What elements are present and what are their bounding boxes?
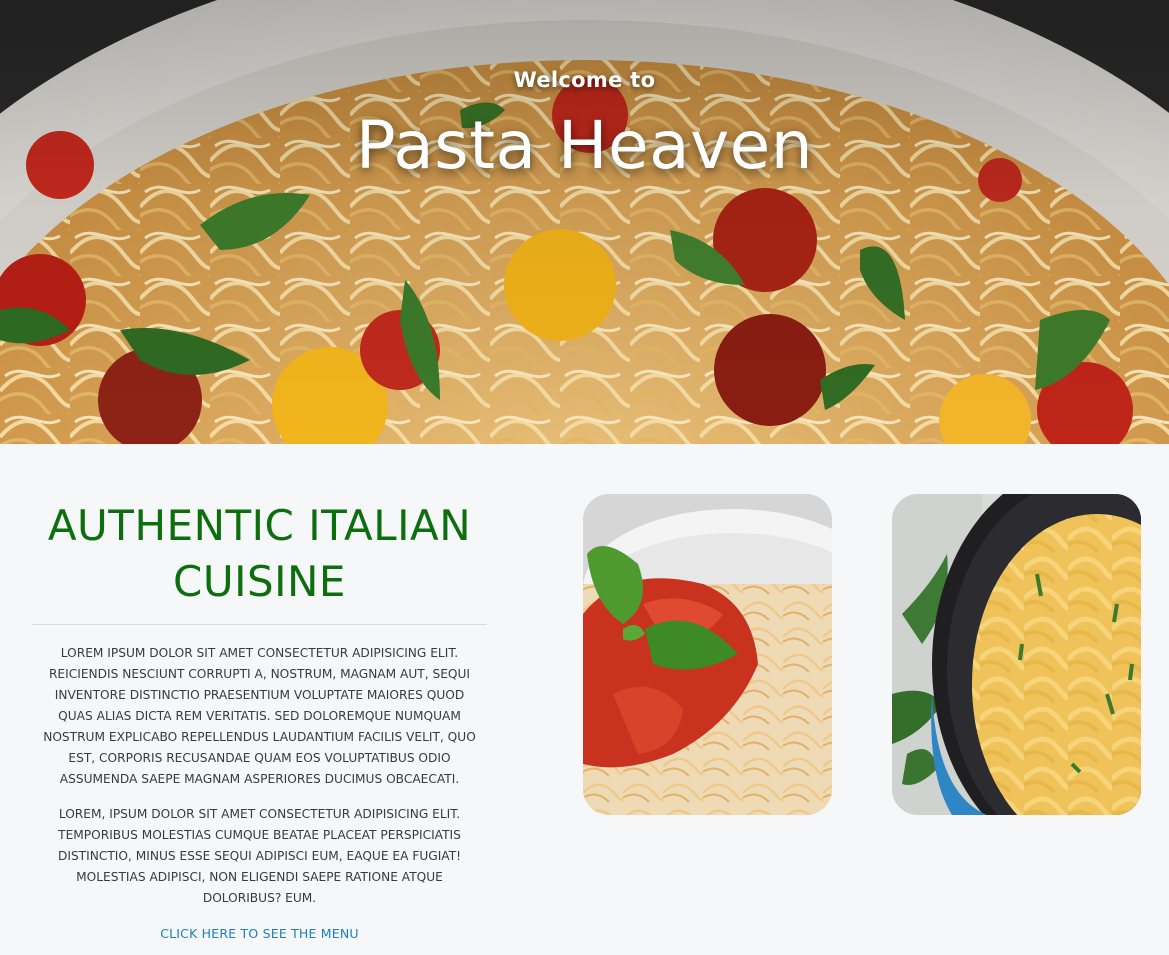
intro-paragraph: Lorem ipsum dolor sit amet consectetur a… [43, 646, 476, 786]
see-menu-link[interactable]: CLICK HERE TO SEE THE MENU [160, 926, 359, 941]
hero-subtitle: Welcome to [513, 68, 656, 92]
spaghetti-image [583, 494, 832, 815]
tagliatelle-photo [892, 494, 1141, 815]
hero-title: Pasta Heaven [355, 107, 814, 184]
section-divider [32, 624, 487, 625]
intro-column: AUTHENTIC ITALIAN CUISINE Lorem ipsum do… [32, 498, 487, 942]
spaghetti-photo [583, 494, 832, 815]
hero-banner: Welcome to Pasta Heaven [0, 0, 1169, 444]
hero-heading-group: Welcome to Pasta Heaven [0, 62, 1169, 186]
intro-paragraph: Lorem, ipsum dolor sit amet consectetur … [57, 807, 462, 905]
tagliatelle-image [892, 494, 1141, 815]
section-heading: AUTHENTIC ITALIAN CUISINE [47, 501, 472, 606]
about-section: AUTHENTIC ITALIAN CUISINE Lorem ipsum do… [0, 444, 1169, 955]
